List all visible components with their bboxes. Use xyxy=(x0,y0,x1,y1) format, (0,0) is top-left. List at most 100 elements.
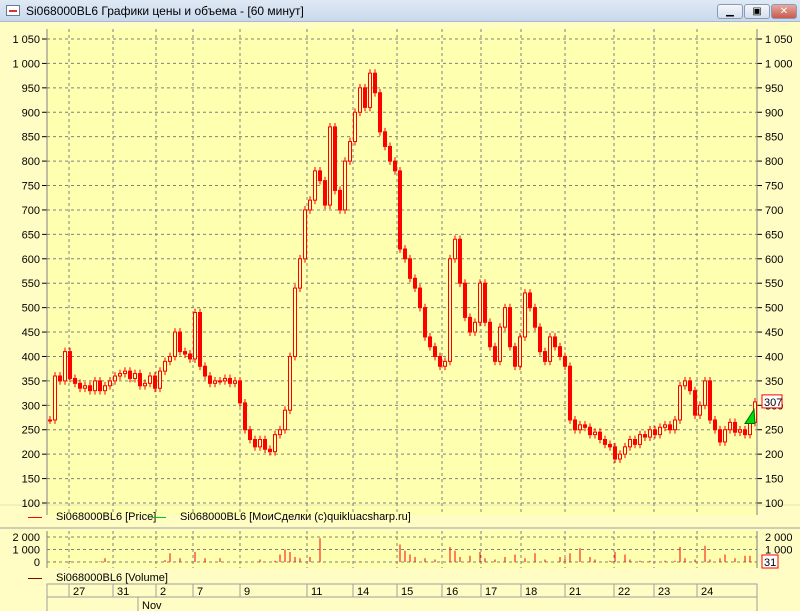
candle xyxy=(418,287,422,309)
price-tick-label-left: 800 xyxy=(22,156,40,168)
candle xyxy=(713,419,717,431)
candle xyxy=(583,424,587,428)
candle xyxy=(428,336,432,348)
candle xyxy=(578,424,582,431)
candle xyxy=(488,321,492,348)
candle xyxy=(288,355,292,411)
volume-tick-label-right: 2 000 xyxy=(765,532,793,544)
candle xyxy=(103,385,107,392)
volume-tick-label-left: 0 xyxy=(34,557,40,569)
candle xyxy=(123,370,127,375)
candle xyxy=(78,382,82,389)
candle xyxy=(378,92,382,133)
candle xyxy=(93,380,97,392)
candle xyxy=(593,431,597,436)
candle xyxy=(373,72,377,94)
candle xyxy=(523,292,527,338)
candle xyxy=(278,429,282,436)
price-tick-label-right: 150 xyxy=(765,474,783,486)
candle xyxy=(618,453,622,460)
candle xyxy=(53,375,57,421)
candle xyxy=(398,170,402,250)
candle xyxy=(248,429,252,441)
price-tick-label-right: 1 000 xyxy=(765,58,793,70)
candle xyxy=(678,385,682,421)
candle xyxy=(608,443,612,448)
candle xyxy=(483,282,487,323)
candle xyxy=(453,238,457,260)
price-tick-label-right: 950 xyxy=(765,83,783,95)
price-swatch xyxy=(28,516,42,518)
price-tick-label-right: 1 050 xyxy=(765,34,793,46)
minimize-button[interactable]: ▁ xyxy=(717,4,743,19)
candle xyxy=(473,321,477,333)
date-label: 7 xyxy=(197,586,203,598)
restore-button[interactable]: ▣ xyxy=(744,4,770,19)
candle xyxy=(633,439,637,445)
candle xyxy=(243,402,247,431)
candle xyxy=(263,439,267,450)
price-tick-label-left: 450 xyxy=(22,327,40,339)
price-tick-label-left: 850 xyxy=(22,132,40,144)
candle xyxy=(68,351,72,379)
candle xyxy=(673,419,677,431)
candle xyxy=(88,385,92,392)
candle xyxy=(138,373,142,387)
candle xyxy=(213,380,217,384)
price-tick-label-right: 350 xyxy=(765,376,783,388)
date-label: 14 xyxy=(357,586,369,598)
candle xyxy=(358,87,362,113)
candle xyxy=(318,170,322,182)
chart-app-icon xyxy=(6,5,20,16)
candle xyxy=(253,439,257,448)
candle xyxy=(348,141,352,162)
volume-tick-label-left: 2 000 xyxy=(12,532,40,544)
candle xyxy=(498,326,502,362)
candle xyxy=(338,189,342,211)
price-tick-label-left: 950 xyxy=(22,83,40,95)
candle xyxy=(448,258,452,362)
candle xyxy=(168,355,172,362)
legend-deals-label: Si068000BL6 [МоиСделки (c)quikluacsharp.… xyxy=(180,511,411,523)
candle xyxy=(533,307,537,328)
candle xyxy=(383,131,387,147)
price-tick-label-right: 900 xyxy=(765,107,783,119)
deals-swatch xyxy=(152,516,166,518)
candle xyxy=(503,307,507,328)
price-tick-label-left: 200 xyxy=(22,449,40,461)
date-label: 17 xyxy=(485,586,497,598)
candle xyxy=(293,287,297,357)
price-tick-label-left: 900 xyxy=(22,107,40,119)
price-tick-label-left: 750 xyxy=(22,181,40,193)
candle xyxy=(653,429,657,436)
candle xyxy=(438,355,442,367)
candle xyxy=(478,282,482,323)
candle xyxy=(548,336,552,362)
candle xyxy=(538,326,542,353)
candle xyxy=(658,426,662,436)
close-button[interactable]: ✕ xyxy=(771,4,797,19)
price-tick-label-right: 100 xyxy=(765,498,783,510)
candle xyxy=(208,375,212,384)
candle xyxy=(298,258,302,289)
candle xyxy=(203,365,207,377)
candle xyxy=(158,370,162,389)
candle xyxy=(683,380,687,387)
price-tick-label-right: 500 xyxy=(765,303,783,315)
candle xyxy=(173,331,177,357)
candle xyxy=(408,258,412,279)
candle xyxy=(598,431,602,441)
candle xyxy=(463,282,467,318)
volume-tick-label-left: 1 000 xyxy=(12,545,40,557)
price-tick-label-right: 750 xyxy=(765,181,783,193)
date-label: 31 xyxy=(117,586,129,598)
price-tick-label-left: 100 xyxy=(22,498,40,510)
candle xyxy=(723,429,727,443)
candle xyxy=(228,377,232,384)
candle xyxy=(708,380,712,421)
candle xyxy=(83,385,87,389)
candle xyxy=(403,248,407,260)
date-label: 16 xyxy=(446,586,458,598)
candle xyxy=(63,351,67,382)
legend-price-label: Si068000BL6 [Price] xyxy=(56,511,157,523)
